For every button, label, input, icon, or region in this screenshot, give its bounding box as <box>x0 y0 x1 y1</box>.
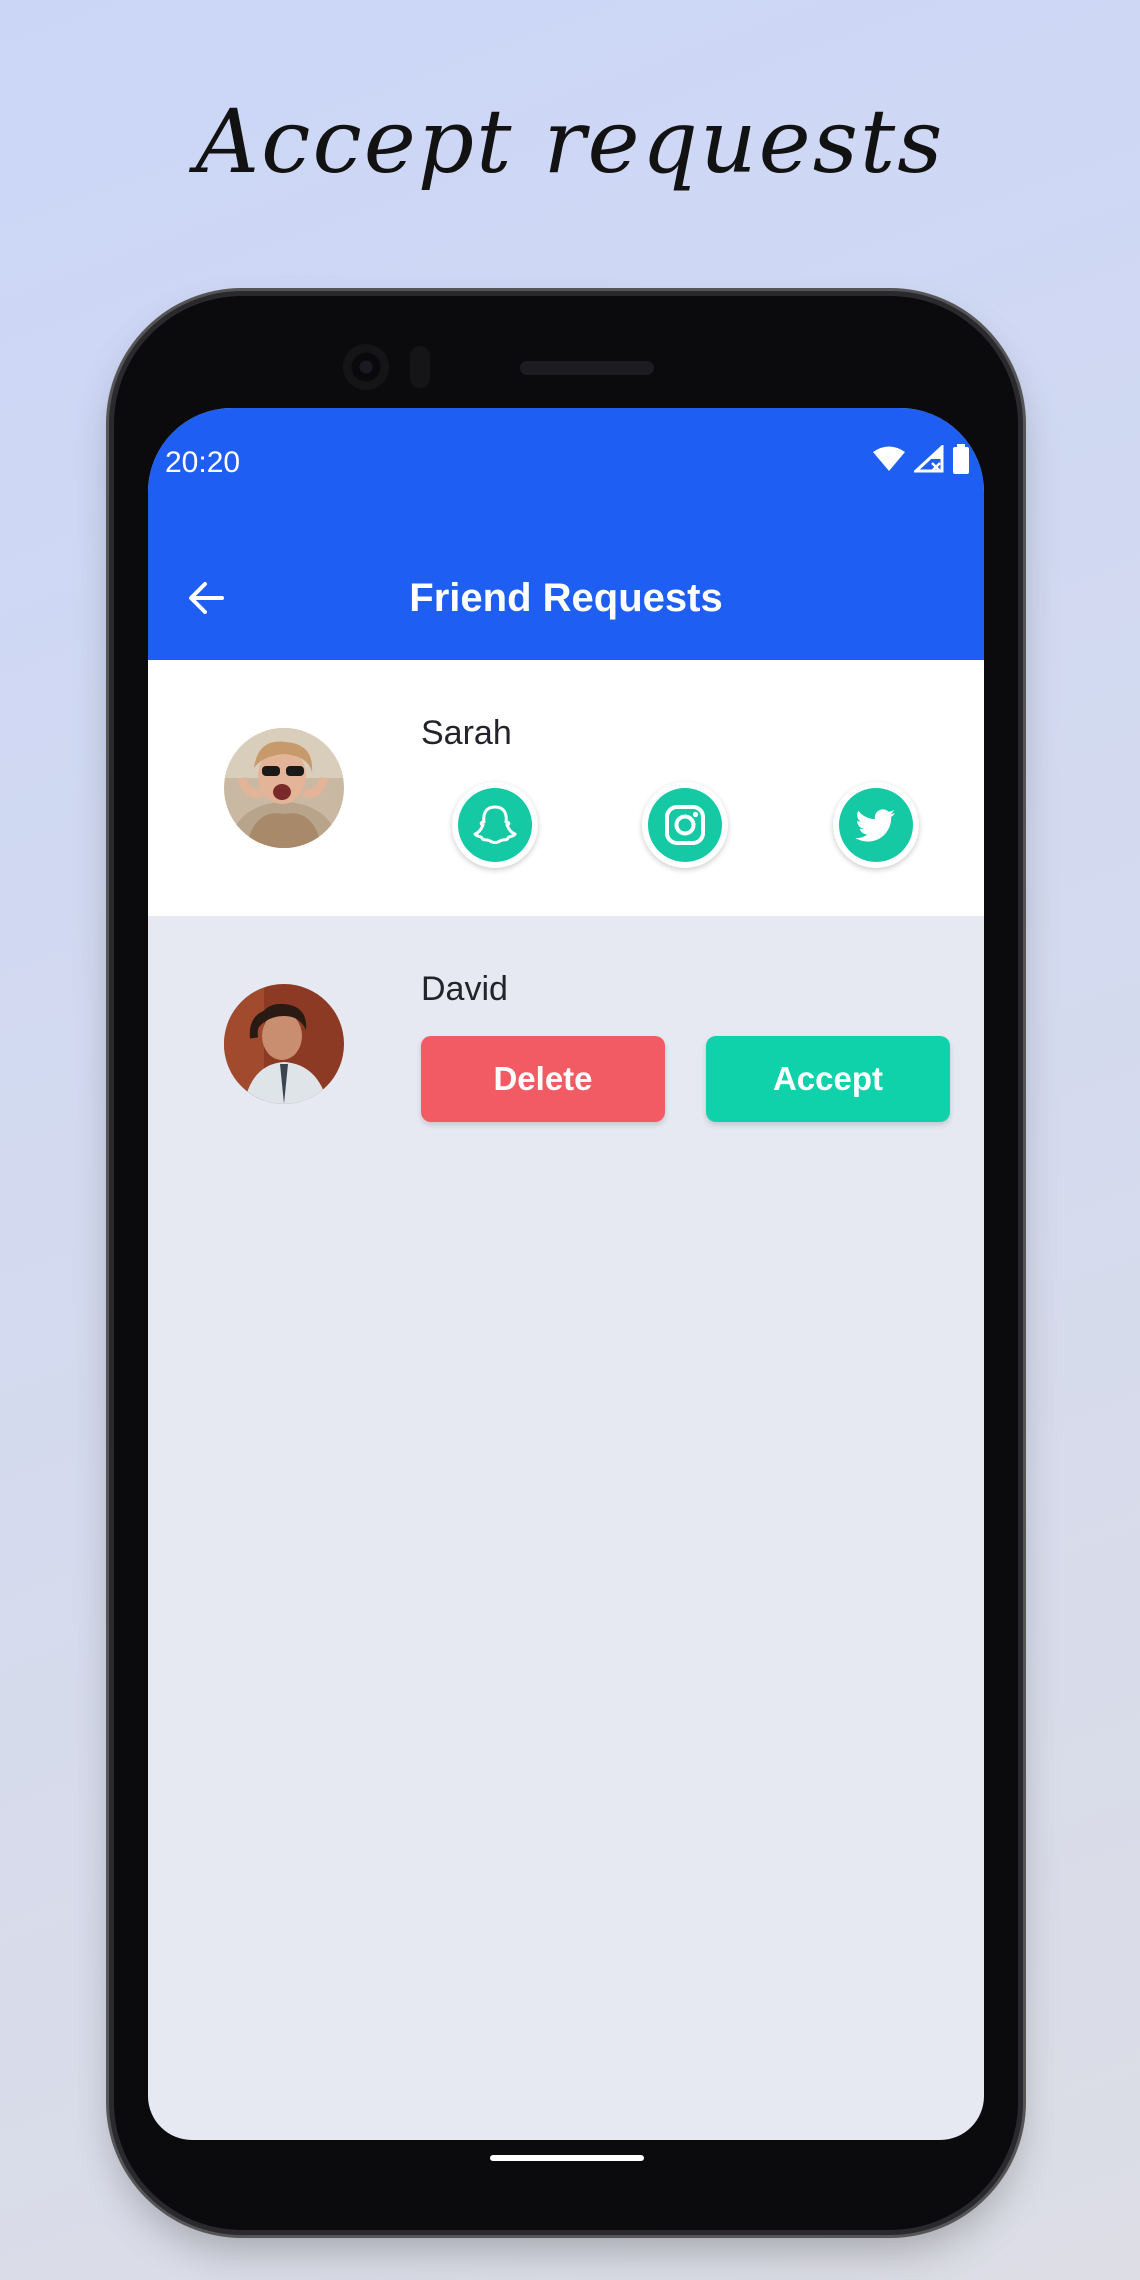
status-icons <box>872 444 970 474</box>
proximity-sensor <box>410 346 430 388</box>
instagram-icon <box>665 805 705 845</box>
earpiece-speaker <box>520 361 654 375</box>
avatar[interactable] <box>224 728 344 848</box>
friend-request-row-sarah: Sarah <box>148 660 984 916</box>
instagram-button[interactable] <box>642 782 728 868</box>
front-camera <box>343 344 389 390</box>
phone-volume-button <box>1017 1006 1026 1246</box>
accept-button[interactable]: Accept <box>706 1036 950 1122</box>
friend-name: David <box>421 970 508 1008</box>
snapchat-icon <box>473 805 517 844</box>
friend-request-row-david: David Delete Accept <box>148 916 984 1172</box>
app-screen: 20:20 Friend Requests Sarah David Delete… <box>148 408 984 2140</box>
phone-power-button <box>1017 766 1026 884</box>
twitter-button[interactable] <box>833 782 919 868</box>
promo-headline: Accept requests <box>195 90 945 193</box>
wifi-icon <box>873 446 905 471</box>
delete-button[interactable]: Delete <box>421 1036 665 1122</box>
page-title: Friend Requests <box>409 576 723 620</box>
avatar[interactable] <box>224 984 344 1104</box>
sarah-photo <box>224 728 344 848</box>
home-indicator[interactable] <box>490 2155 644 2161</box>
battery-icon <box>953 444 969 474</box>
twitter-icon <box>855 809 895 842</box>
app-bar: 20:20 Friend Requests <box>148 408 984 660</box>
snapchat-button[interactable] <box>452 782 538 868</box>
status-time: 20:20 <box>165 446 241 479</box>
friend-name: Sarah <box>421 714 512 752</box>
david-photo <box>224 984 344 1104</box>
cell-signal-icon <box>914 445 944 473</box>
